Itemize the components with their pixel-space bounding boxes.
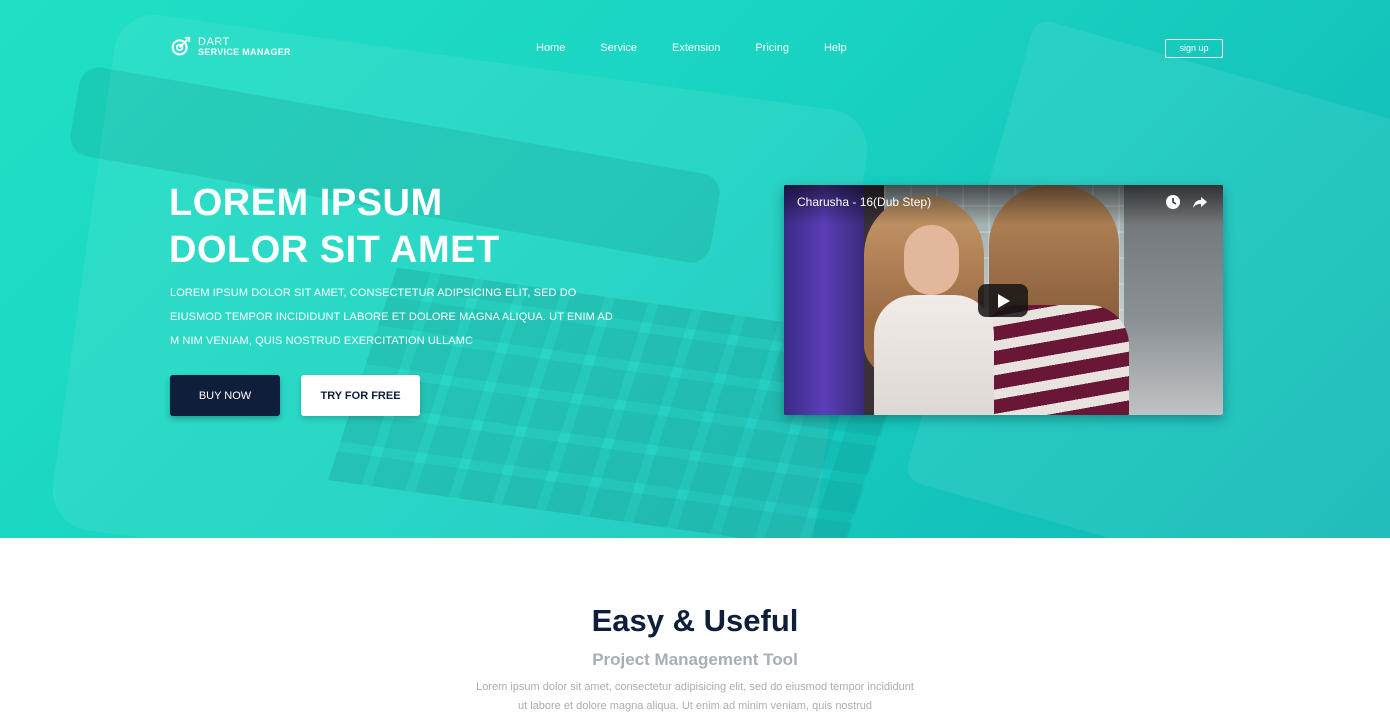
nav-item-help[interactable]: Help xyxy=(824,42,847,54)
video-frame-figure xyxy=(904,225,959,295)
brand-logo[interactable]: DART SERVICE MANAGER xyxy=(170,36,291,57)
try-for-free-button[interactable]: TRY FOR FREE xyxy=(301,375,420,416)
hero-title: LOREM IPSUM DOLOR SIT AMET xyxy=(169,180,500,274)
brand-name: DART xyxy=(198,35,230,48)
nav-item-service[interactable]: Service xyxy=(600,42,637,54)
main-nav: Home Service Extension Pricing Help xyxy=(536,42,882,54)
features-title: Easy & Useful xyxy=(591,603,799,638)
video-title[interactable]: Charusha - 16(Dub Step) xyxy=(797,195,931,209)
clock-icon[interactable] xyxy=(1165,194,1181,210)
nav-item-extension[interactable]: Extension xyxy=(672,42,720,54)
hero-section: DART SERVICE MANAGER Home Service Extens… xyxy=(0,0,1390,538)
hero-title-line2: DOLOR SIT AMET xyxy=(169,229,500,271)
features-subtitle: Project Management Tool xyxy=(592,650,798,669)
brand-tagline: SERVICE MANAGER xyxy=(198,46,291,57)
sign-up-button[interactable]: sign up xyxy=(1165,39,1223,58)
share-icon[interactable] xyxy=(1192,194,1208,210)
video-frame-figure xyxy=(979,305,1129,415)
features-text: Lorem ipsum dolor sit amet, consectetur … xyxy=(476,681,914,712)
play-icon[interactable] xyxy=(978,284,1028,317)
buy-now-button[interactable]: BUY NOW xyxy=(170,375,280,416)
nav-item-home[interactable]: Home xyxy=(536,42,565,54)
nav-item-pricing[interactable]: Pricing xyxy=(755,42,789,54)
hero-title-line1: LOREM IPSUM xyxy=(169,182,443,224)
video-player[interactable]: Charusha - 16(Dub Step) xyxy=(784,185,1223,415)
hero-description: LOREM IPSUM DOLOR SIT AMET, CONSECTETUR … xyxy=(170,287,613,347)
video-frame-figure xyxy=(874,295,994,415)
dart-logo-icon xyxy=(171,36,191,56)
